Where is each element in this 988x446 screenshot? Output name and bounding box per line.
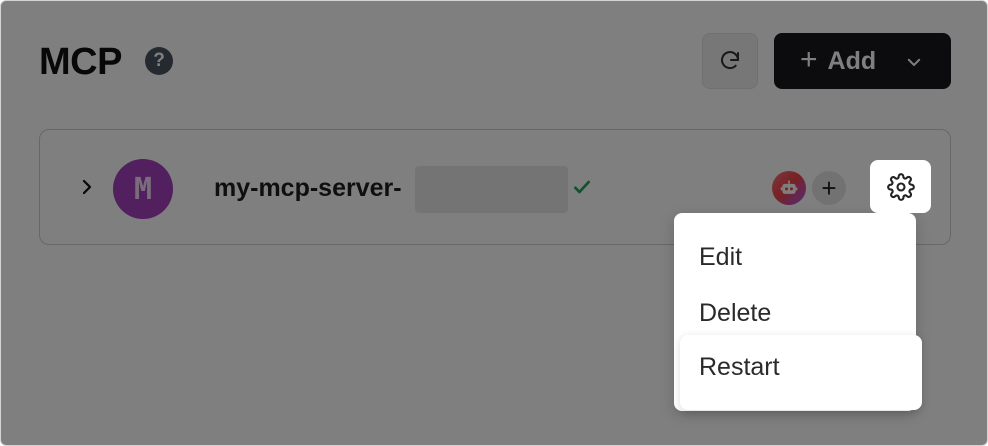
- menu-item-delete[interactable]: Delete: [699, 299, 771, 328]
- settings-gear-button[interactable]: [870, 160, 931, 213]
- menu-item-edit[interactable]: Edit: [699, 243, 742, 272]
- menu-item-restart[interactable]: Restart: [699, 353, 780, 382]
- menu-item-restart-highlight[interactable]: Restart: [680, 335, 922, 410]
- gear-icon: [886, 172, 915, 201]
- app-window: MCP ? + Add M my-mcp-server-: [0, 0, 988, 446]
